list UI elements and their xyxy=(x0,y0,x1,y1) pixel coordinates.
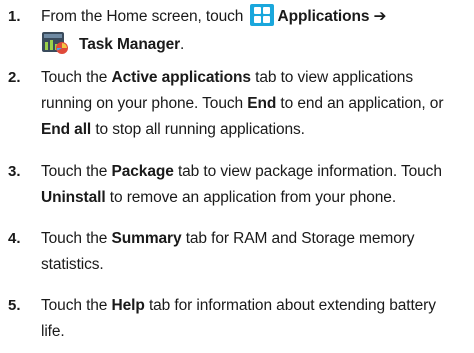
task-manager-icon xyxy=(41,31,69,55)
step-text: Touch the Help tab for information about… xyxy=(41,297,436,340)
instruction-list: 1. From the Home screen, touch Applicati… xyxy=(0,0,474,353)
step-text: Touch the Package tab to view package in… xyxy=(41,163,442,206)
step-text: Touch the Active applications tab to vie… xyxy=(41,69,444,138)
step-text: From the Home screen, touch Applications… xyxy=(41,3,474,58)
step-text: Touch the Summary tab for RAM and Storag… xyxy=(41,230,415,273)
step-number: 1. xyxy=(8,8,21,25)
step-number: 3. xyxy=(8,163,21,180)
step-number: 4. xyxy=(8,230,21,247)
applications-icon xyxy=(249,3,274,26)
step-number: 5. xyxy=(8,297,21,314)
step-number: 2. xyxy=(8,69,21,86)
